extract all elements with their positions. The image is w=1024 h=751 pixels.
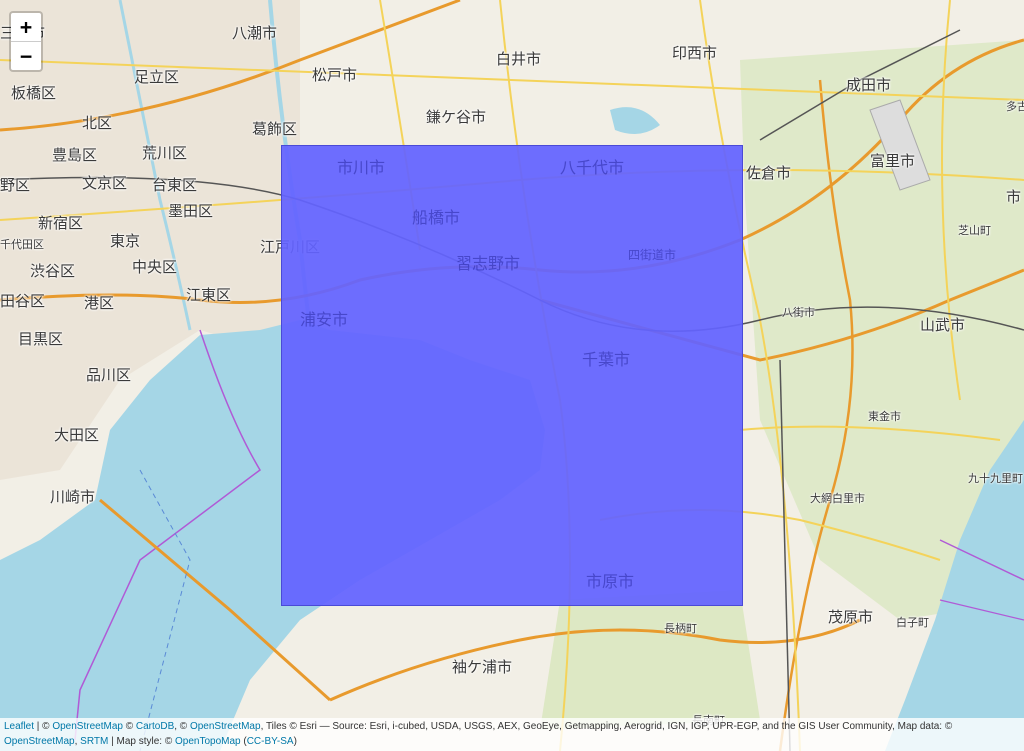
cartodb-link[interactable]: CartoDB [136, 721, 174, 732]
attribution-bar: Leaflet | © OpenStreetMap © CartoDB, © O… [0, 718, 1024, 751]
overlay-label-yotsukaido: 四街道市 [628, 248, 677, 262]
leaflet-link[interactable]: Leaflet [4, 721, 34, 732]
attribution-text: , © [174, 721, 190, 732]
overlay-label-yachiyo: 八千代市 [560, 158, 625, 177]
overlay-label-urayasu: 浦安市 [300, 310, 349, 329]
overlay-label-ichihara: 市原市 [586, 572, 635, 591]
zoom-out-button[interactable]: − [11, 42, 41, 70]
overlay-label-narashino: 習志野市 [456, 254, 521, 273]
zoom-control: + − [9, 11, 43, 72]
license-link[interactable]: CC-BY-SA [247, 736, 294, 747]
overlay-label-funabashi: 船橋市 [412, 208, 461, 227]
osm-link[interactable]: OpenStreetMap [4, 736, 75, 747]
overlay-label-chiba: 千葉市 [582, 350, 631, 369]
osm-link[interactable]: OpenStreetMap [190, 721, 261, 732]
attribution-text: © [122, 721, 136, 732]
map-view[interactable]: 板橋区 北区 足立区 葛飾区 豊島区 荒川区 野区 文京区 台東区 新宿区 墨田… [0, 0, 1024, 751]
attribution-text: | © [34, 721, 53, 732]
opentopomap-link[interactable]: OpenTopoMap [175, 736, 241, 747]
overlay-label-ichikawa: 市川市 [337, 158, 386, 177]
zoom-in-button[interactable]: + [11, 13, 41, 42]
attribution-text: | Map style: © [108, 736, 175, 747]
attribution-text: , Tiles © Esri — Source: Esri, i-cubed, … [260, 721, 953, 732]
attribution-text: ) [293, 736, 297, 747]
forest-area [540, 590, 760, 730]
osm-link[interactable]: OpenStreetMap [52, 721, 123, 732]
srtm-link[interactable]: SRTM [80, 736, 108, 747]
rectangle-overlay[interactable]: 市川市 八千代市 船橋市 習志野市 四街道市 浦安市 千葉市 市原市 [281, 145, 743, 606]
